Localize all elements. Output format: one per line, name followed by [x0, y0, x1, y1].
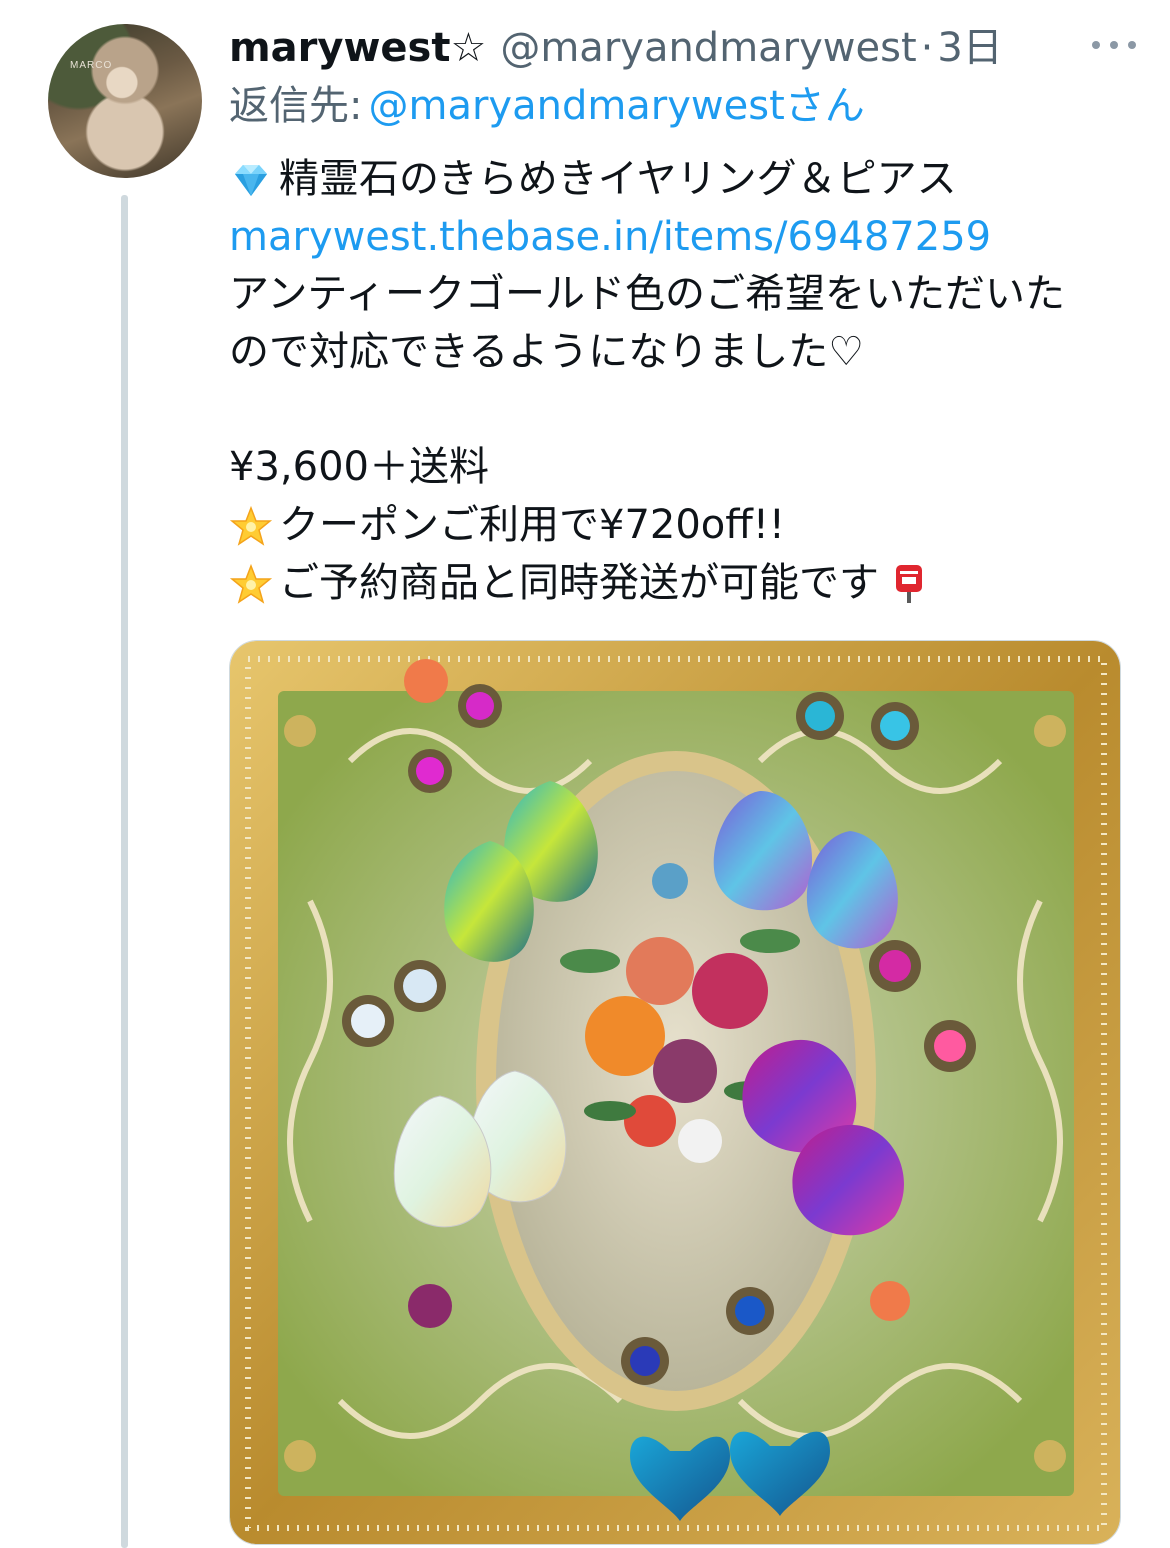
reply-mention-link[interactable]: @maryandmarywest: [368, 83, 784, 129]
gem-stone-icon: [229, 158, 273, 202]
tweet-text-line: アンティークゴールド色のご希望をいただいた: [229, 271, 1065, 318]
tweet-text-line: ので対応できるようになりました♡: [229, 329, 865, 376]
glowing-star-icon: [229, 504, 273, 548]
postbox-icon: [887, 562, 931, 606]
more-dot-icon: [1092, 41, 1100, 49]
coupon-text: クーポンご利用で¥720off!!: [279, 502, 785, 549]
tweet-title-text: 精霊石のきらめきイヤリング＆ピアス: [279, 156, 957, 202]
tweet-line-link: marywest.thebase.in/items/69487259: [229, 209, 1139, 267]
reply-suffix: さん: [784, 83, 865, 129]
tweet-line-text1: アンティークゴールド色のご希望をいただいた: [229, 266, 1139, 324]
tweet-header: marywest☆ @maryandmarywest · 3日: [229, 22, 1029, 74]
separator-dot: ·: [920, 25, 934, 71]
tweet-line-price: ¥3,600＋送料: [229, 439, 1139, 497]
tweet-photo[interactable]: [229, 640, 1121, 1545]
user-handle[interactable]: @maryandmarywest: [500, 22, 916, 74]
thread-line: [121, 195, 128, 1548]
more-dot-icon: [1128, 41, 1136, 49]
timestamp[interactable]: 3日: [937, 22, 1002, 74]
tweet-text: 精霊石のきらめきイヤリング＆ピアス marywest.thebase.in/it…: [229, 151, 1139, 613]
tweet-line-shipping: ご予約商品と同時発送が可能です: [229, 555, 1139, 613]
more-options-button[interactable]: [1084, 28, 1144, 62]
earrings-photo: [230, 641, 1120, 1544]
shipping-text: ご予約商品と同時発送が可能です: [279, 559, 879, 606]
shop-link[interactable]: marywest.thebase.in/items/69487259: [229, 209, 991, 267]
reply-context: 返信先: @maryandmarywestさん: [229, 80, 865, 132]
tweet-line-text2: ので対応できるようになりました♡: [229, 324, 1139, 382]
tweet-line-title: 精霊石のきらめきイヤリング＆ピアス: [229, 151, 1139, 209]
avatar[interactable]: MARCO: [48, 24, 202, 178]
tweet[interactable]: MARCO marywest☆ @maryandmarywest · 3日 返信…: [0, 0, 1170, 1548]
price-text: ¥3,600＋送料: [229, 444, 489, 491]
avatar-watermark: MARCO: [70, 60, 113, 71]
display-name[interactable]: marywest☆: [229, 22, 486, 74]
reply-label: 返信先:: [229, 83, 363, 129]
glowing-star-icon: [229, 562, 273, 606]
tweet-line-coupon: クーポンご利用で¥720off!!: [229, 497, 1139, 555]
more-dot-icon: [1110, 41, 1118, 49]
